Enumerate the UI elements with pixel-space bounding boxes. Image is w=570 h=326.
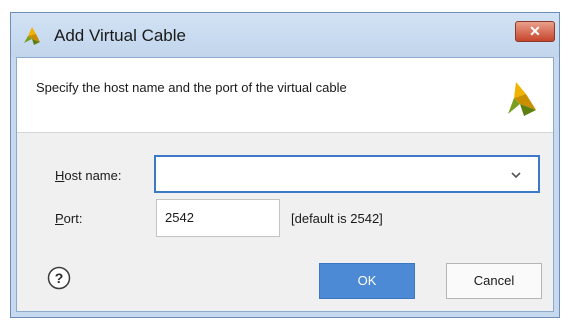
port-accelerator: P — [55, 211, 64, 226]
title-bar[interactable]: Add Virtual Cable ✕ — [11, 13, 559, 57]
host-name-combobox[interactable] — [154, 155, 540, 193]
header-divider — [17, 132, 553, 133]
xilinx-logo-icon — [508, 82, 536, 116]
port-label: Port: — [55, 211, 82, 226]
add-virtual-cable-dialog: Add Virtual Cable ✕ Specify the host nam… — [10, 12, 560, 318]
cancel-button[interactable]: Cancel — [446, 263, 542, 299]
chevron-down-icon[interactable] — [506, 166, 526, 184]
port-input[interactable]: 2542 — [156, 199, 280, 237]
help-icon: ? — [47, 266, 71, 290]
instruction-text: Specify the host name and the port of th… — [36, 80, 347, 95]
help-glyph: ? — [55, 270, 64, 286]
host-name-label-text: ost name: — [64, 168, 122, 183]
xilinx-logo-icon — [24, 27, 40, 45]
dialog-header: Specify the host name and the port of th… — [17, 58, 553, 132]
host-name-label: Host name: — [55, 168, 121, 183]
close-icon: ✕ — [529, 23, 541, 39]
dialog-body: Specify the host name and the port of th… — [16, 57, 554, 312]
host-name-accelerator: H — [55, 168, 65, 183]
port-default-note: [default is 2542] — [291, 211, 383, 226]
window-title: Add Virtual Cable — [54, 26, 186, 45]
port-label-text: ort: — [63, 211, 83, 226]
port-value: 2542 — [165, 210, 194, 225]
close-button[interactable]: ✕ — [515, 21, 555, 42]
ok-button[interactable]: OK — [319, 263, 415, 299]
help-button[interactable]: ? — [47, 266, 71, 290]
